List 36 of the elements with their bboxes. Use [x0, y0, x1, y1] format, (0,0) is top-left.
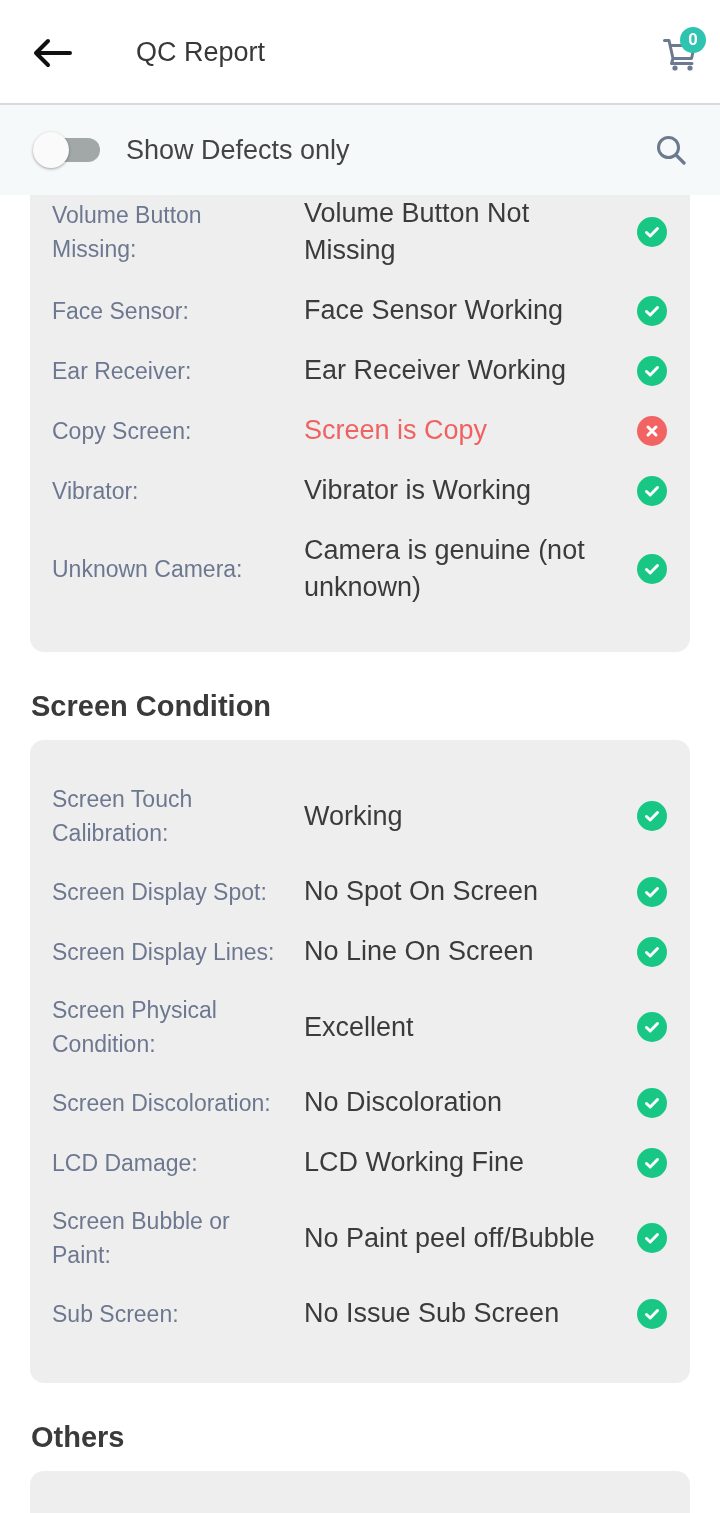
field-label: Screen Discoloration:: [52, 1088, 272, 1118]
field-value: No Paint peel off/Bubble: [304, 1221, 596, 1255]
field-value: No Discoloration: [304, 1086, 504, 1119]
search-icon[interactable]: [656, 135, 686, 165]
field-label: LCD Damage:: [52, 1148, 199, 1178]
field-label: Face Sensor:: [52, 296, 190, 326]
field-label: Screen Display Lines:: [52, 937, 276, 967]
field-value: Face Sensor Working: [304, 294, 565, 327]
toggle-switch[interactable]: [33, 132, 100, 168]
field-value: No Issue Sub Screen: [304, 1297, 561, 1330]
field-value: Camera is genuine (not unknown): [304, 534, 586, 604]
field-label: Copy Screen:: [52, 416, 193, 446]
field-value: LCD Working Fine: [304, 1146, 526, 1179]
field-value: Working: [304, 799, 404, 833]
field-value: Screen is Copy: [304, 414, 489, 447]
field-value: Excellent: [304, 1010, 415, 1044]
field-label: Unknown Camera:: [52, 555, 244, 584]
back-arrow-icon[interactable]: [32, 37, 72, 68]
field-value: Ear Receiver Working: [304, 354, 568, 387]
field-label: Volume Button Missing:: [52, 201, 203, 264]
cart-count-badge: 0: [680, 26, 706, 53]
field-label: Sub Screen:: [52, 1299, 180, 1329]
field-value: No Spot On Screen: [304, 875, 540, 908]
field-value: Vibrator is Working: [304, 474, 533, 507]
section-heading: Others: [31, 1420, 125, 1454]
field-label: Vibrator:: [52, 476, 140, 506]
field-value: No Line On Screen: [304, 935, 535, 968]
field-label: Screen Bubble or Paint:: [52, 1207, 231, 1270]
field-value: Volume Button Not Missing: [304, 197, 531, 267]
field-label: Ear Receiver:: [52, 356, 193, 386]
field-label: Screen Physical Condition:: [52, 996, 218, 1059]
page-title: QC Report: [136, 35, 267, 68]
toggle-label: Show Defects only: [126, 134, 351, 166]
field-label: Screen Touch Calibration:: [52, 785, 194, 848]
field-label: Screen Display Spot:: [52, 877, 268, 907]
section-heading: Screen Condition: [31, 689, 272, 723]
